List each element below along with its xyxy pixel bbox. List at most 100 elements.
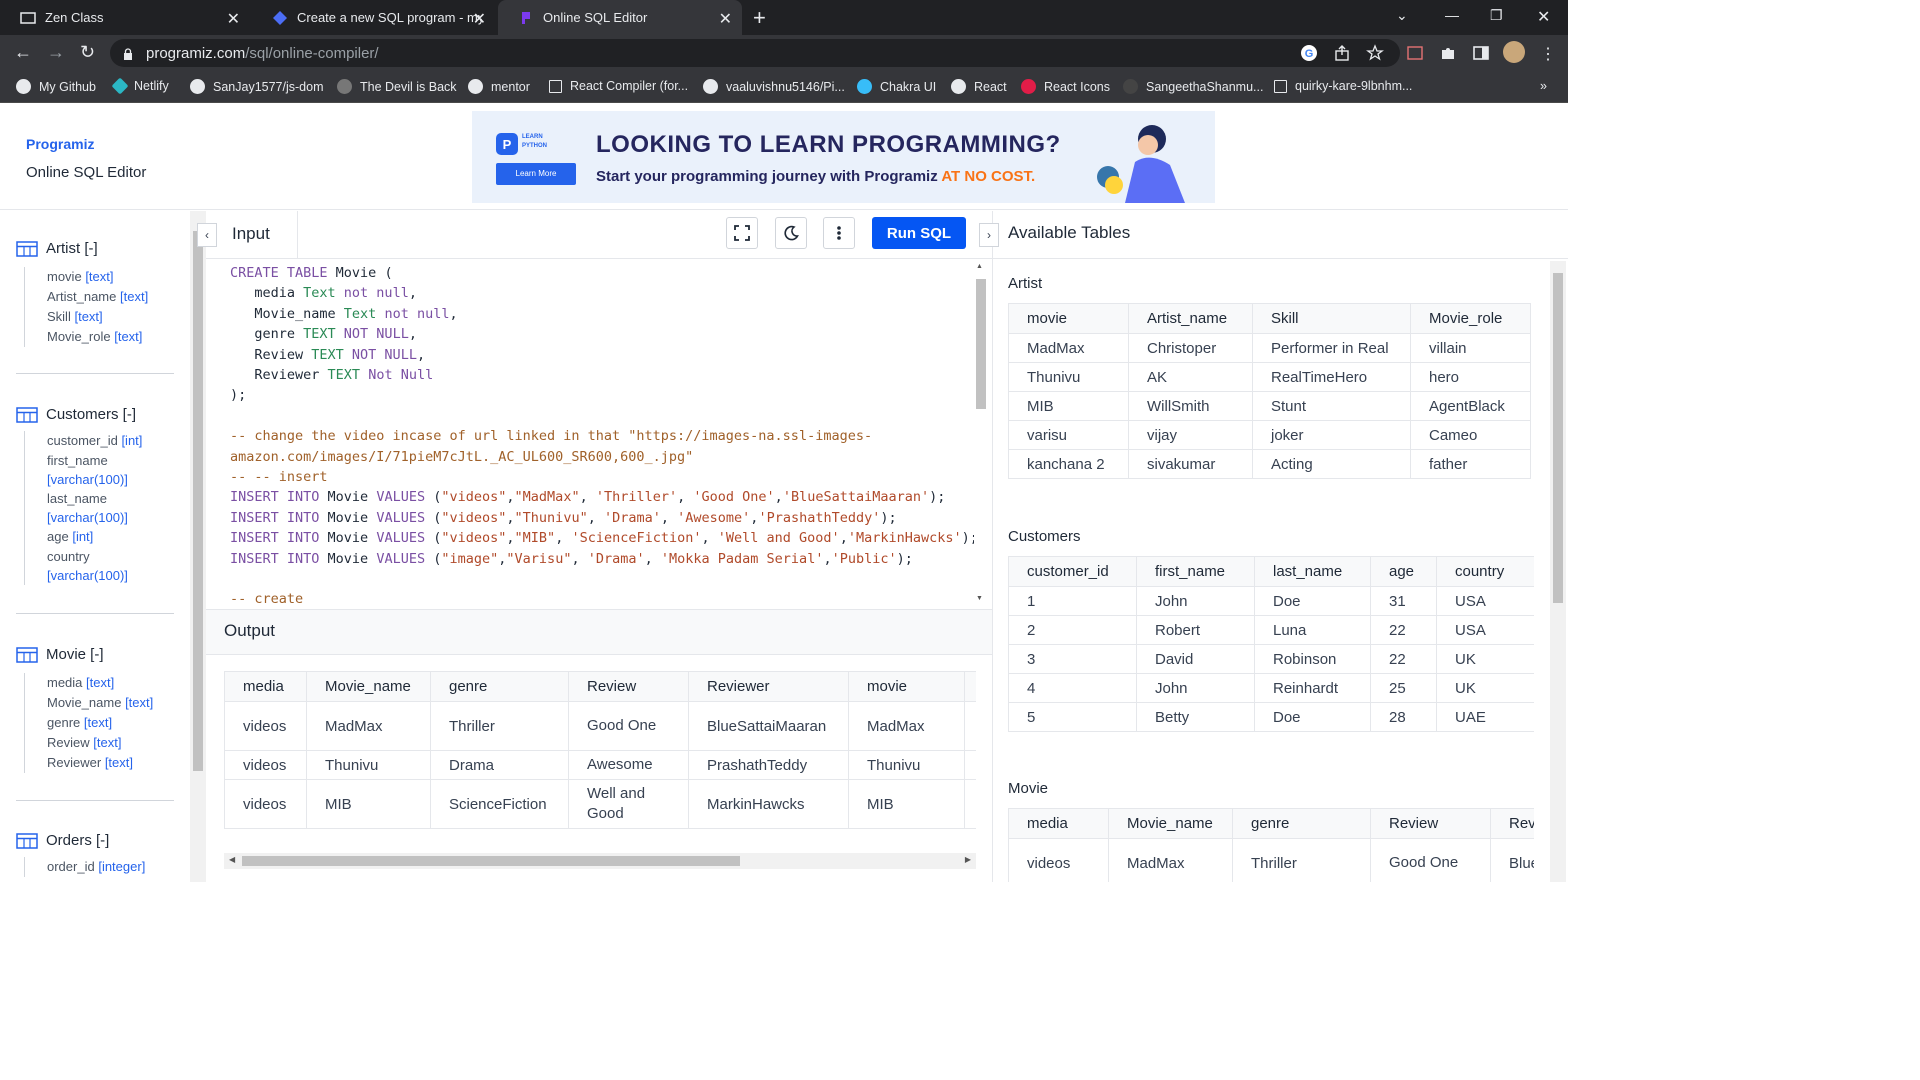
table-cell: Reinhardt xyxy=(1254,673,1371,703)
code-line: Movie_name Text not null, xyxy=(230,304,974,324)
output-horizontal-scrollbar[interactable]: ◀ ▶ xyxy=(224,853,976,869)
table-cell: USA xyxy=(1436,586,1534,616)
bookmark-item[interactable]: Netlify xyxy=(111,77,169,95)
new-tab-icon[interactable]: + xyxy=(753,5,766,31)
forward-icon[interactable]: → xyxy=(47,42,65,63)
fullscreen-button[interactable] xyxy=(726,217,758,249)
close-window-icon[interactable]: ✕ xyxy=(1537,7,1550,27)
menu-dots-icon[interactable]: ⋮ xyxy=(1540,44,1558,63)
bookmark-item[interactable]: The Devil is Back xyxy=(337,79,457,94)
code-token: Movie xyxy=(327,550,377,567)
scroll-left-icon[interactable]: ◀ xyxy=(229,855,235,864)
schema-columns: movie [text] Artist_name [text] Skill [t… xyxy=(24,267,148,347)
badge-line: PYTHON xyxy=(522,143,548,149)
table-cell: Chri xyxy=(964,701,976,751)
run-sql-button[interactable]: Run SQL xyxy=(872,217,966,249)
browser-tab[interactable]: Create a new SQL program - myC ✕ xyxy=(252,0,496,35)
bookmark-star-icon[interactable] xyxy=(1366,44,1384,62)
code-line: INSERT INTO Movie VALUES ("videos","Thun… xyxy=(230,508,974,528)
dark-mode-button[interactable] xyxy=(775,217,807,249)
close-tab-icon[interactable]: ✕ xyxy=(227,9,240,29)
code-token: , xyxy=(416,346,426,363)
bookmark-label: Chakra UI xyxy=(880,79,937,94)
table-cell: 31 xyxy=(1370,586,1437,616)
reload-icon[interactable]: ↻ xyxy=(80,42,95,63)
right-panel-scrollbar[interactable] xyxy=(1550,261,1566,882)
programiz-logo[interactable]: Programiz xyxy=(26,136,94,152)
code-token: "videos" xyxy=(441,489,507,506)
code-token: TEXT xyxy=(311,346,352,363)
column-name: Reviewer xyxy=(47,755,102,770)
input-tab[interactable]: Input xyxy=(220,211,298,259)
more-bookmarks-icon[interactable]: » xyxy=(1540,79,1547,93)
bookmark-item[interactable]: SanJay1577/js-dom xyxy=(190,79,323,94)
scroll-up-icon[interactable]: ▲ xyxy=(976,263,983,270)
bookmark-item[interactable]: Chakra UI xyxy=(857,79,936,94)
bookmark-item[interactable]: mentor xyxy=(468,79,530,94)
logo-text: Programiz xyxy=(26,136,95,152)
code-line: INSERT INTO Movie VALUES ("videos","MadM… xyxy=(230,487,974,507)
available-table-name: Artist xyxy=(1008,275,1043,292)
bookmarks-bar: My Github Netlify SanJay1577/js-dom The … xyxy=(0,71,1568,103)
schema-table-header[interactable]: Movie [-] xyxy=(16,646,153,663)
available-table: movie Artist_name Skill Movie_role MadMax Chr… xyxy=(1008,303,1534,479)
bookmark-item[interactable]: quirky-kare-9lbnhm... xyxy=(1274,79,1412,93)
code-token: , xyxy=(408,326,417,343)
code-token: "MIB" xyxy=(514,530,556,547)
scrollbar-thumb[interactable] xyxy=(242,856,740,866)
bookmark-item[interactable]: SangeethaShanmu... xyxy=(1123,79,1263,94)
ad-banner[interactable]: P LEARN PYTHON Learn More LOOKING TO LEAR… xyxy=(472,111,1215,203)
bookmark-item[interactable]: vaaluvishnu5146/Pi... xyxy=(703,79,845,94)
tab-search-icon[interactable]: ⌄ xyxy=(1396,7,1408,24)
schema-table-header[interactable]: Customers [-] xyxy=(16,406,142,423)
extension-icon[interactable] xyxy=(1406,44,1424,62)
table-cell: BlueSattaiMaaran xyxy=(688,701,849,751)
code-token: Review xyxy=(230,346,312,363)
close-tab-icon[interactable]: ✕ xyxy=(719,9,732,29)
schema-table-header[interactable]: Artist [-] xyxy=(16,240,148,257)
scrollbar-thumb[interactable] xyxy=(976,279,986,409)
code-token: 'Mokka Padam Serial' xyxy=(660,550,824,567)
profile-avatar[interactable] xyxy=(1503,41,1525,63)
scroll-down-icon[interactable]: ▼ xyxy=(976,595,983,602)
column-name: Review xyxy=(47,735,90,750)
bookmark-item[interactable]: My Github xyxy=(16,79,96,94)
schema-table-header[interactable]: Orders [-] xyxy=(16,832,145,849)
table-cell: videos xyxy=(224,779,307,829)
page-icon xyxy=(1274,79,1287,93)
scroll-right-icon[interactable]: ▶ xyxy=(965,855,971,864)
more-options-button[interactable] xyxy=(823,217,855,249)
code-token: INSERT INTO xyxy=(230,509,328,526)
code-token: Text xyxy=(343,305,385,322)
share-icon[interactable] xyxy=(1333,44,1351,62)
bookmark-item[interactable]: React Icons xyxy=(1021,79,1110,94)
browser-tab-active[interactable]: Online SQL Editor ✕ xyxy=(498,0,742,35)
back-icon[interactable]: ← xyxy=(14,42,32,63)
code-token: VALUES xyxy=(376,489,434,506)
code-token: , xyxy=(660,509,678,526)
close-tab-icon[interactable]: ✕ xyxy=(473,9,486,29)
minimize-icon[interactable]: — xyxy=(1445,7,1459,23)
table-cell: Thunivu xyxy=(848,750,965,780)
table-cell: Luna xyxy=(1254,615,1371,645)
column-name: age xyxy=(47,529,69,544)
code-token: TEXT xyxy=(303,326,344,343)
puzzle-icon[interactable] xyxy=(1439,44,1457,62)
code-token: , xyxy=(587,509,604,526)
url-input[interactable]: programiz.com/sql/online-compiler/ xyxy=(110,39,1400,67)
collapse-sidebar-button[interactable]: ‹ xyxy=(197,223,217,247)
maximize-icon[interactable]: ❐ xyxy=(1490,7,1503,24)
collapse-right-panel-button[interactable]: › xyxy=(979,223,999,247)
browser-tab[interactable]: Zen Class ✕ xyxy=(0,0,250,35)
sidebar-scrollbar[interactable] xyxy=(190,211,206,882)
scrollbar-thumb[interactable] xyxy=(1553,273,1563,603)
bookmark-item[interactable]: React xyxy=(951,79,1007,94)
google-icon[interactable]: G xyxy=(1300,44,1318,62)
editor-scrollbar[interactable]: ▲ ▼ xyxy=(974,263,988,607)
bookmark-item[interactable]: React Compiler (for... xyxy=(549,79,688,93)
side-panel-icon[interactable] xyxy=(1472,44,1490,62)
column-name: last_name xyxy=(47,491,107,506)
learn-more-button[interactable]: Learn More xyxy=(496,163,576,185)
scrollbar-thumb[interactable] xyxy=(193,231,203,771)
sql-code-editor[interactable]: CREATE TABLE Movie ( media Text not null… xyxy=(230,263,974,603)
